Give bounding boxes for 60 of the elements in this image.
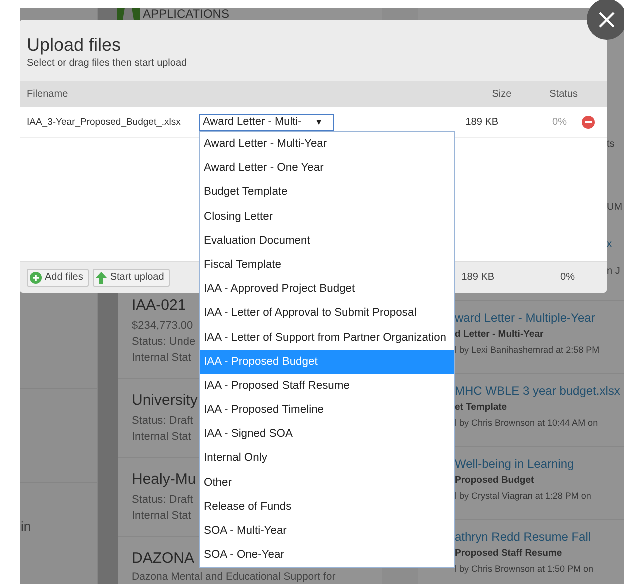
document-type: et Template <box>455 401 508 415</box>
plus-icon <box>30 272 42 284</box>
dropdown-option[interactable]: Award Letter - Multi-Year <box>200 132 454 156</box>
application-title: University <box>132 391 198 411</box>
dropdown-option[interactable]: Budget Template <box>200 180 454 205</box>
application-title: DAZONA <box>132 549 195 569</box>
partial-text: UM <box>607 201 623 215</box>
application-detail: Dazona Mental and Educational Support for <box>132 572 336 583</box>
application-detail: Internal Stat <box>132 509 192 524</box>
file-size: 189 KB <box>466 116 499 128</box>
file-name: IAA_3-Year_Proposed_Budget_.xlsx <box>27 116 182 128</box>
dropdown-option[interactable]: Internal Only <box>200 446 454 471</box>
column-header: Status <box>550 88 578 100</box>
upload-info: l by Crystal Viagran at 1:28 PM on <box>455 490 592 503</box>
column-header: Filename <box>27 88 68 100</box>
section-title: APPLICATIONS <box>143 8 230 20</box>
partial-text: n J <box>607 265 620 279</box>
type-select[interactable]: Award Letter - Multi- ▼ <box>199 114 334 130</box>
upload-info: l by Chris Brownson at 1:50 PM on <box>455 563 594 576</box>
document-type: Proposed Staff Resume <box>455 547 562 561</box>
remove-icon[interactable] <box>582 116 595 128</box>
dropdown-option[interactable]: IAA - Letter of Approval to Submit Proposal <box>200 301 454 326</box>
dropdown-option[interactable]: SOA - Multi-Year <box>200 519 454 544</box>
dropdown-option[interactable]: IAA - Letter of Support from Partner Organization <box>200 326 454 350</box>
dropdown-option[interactable]: SOA - One-Year <box>200 543 454 568</box>
file-status: 0% <box>552 116 567 128</box>
application-title: Healy-Mu <box>132 470 196 490</box>
column-header: Size <box>492 88 512 100</box>
application-detail: Status: Draft <box>132 414 194 429</box>
upload-info: l by Chris Brownson at 10:44 AM on <box>455 417 598 430</box>
side-panel-text: in <box>20 519 32 534</box>
application-detail: Internal Stat <box>132 430 192 445</box>
partial-text: ts <box>607 138 615 152</box>
upload-info: l by Lexi Banihashemrad at 2:58 PM <box>455 344 600 357</box>
dropdown-option[interactable]: Other <box>200 470 454 495</box>
close-icon <box>599 12 615 28</box>
dialog-subtitle: Select or drag files then start upload <box>27 58 188 69</box>
application-detail: Internal Stat <box>132 351 192 366</box>
application-title: IAA-021 <box>132 296 186 316</box>
dropdown-option[interactable]: IAA - Approved Project Budget <box>200 277 454 302</box>
dropdown-option[interactable]: IAA - Signed SOA <box>200 422 454 446</box>
up-arrow-icon <box>96 272 108 284</box>
document-type: d Letter - Multi-Year <box>455 328 544 342</box>
close-button[interactable] <box>587 0 624 40</box>
add-files-button[interactable]: Add files <box>27 268 90 286</box>
start-upload-button[interactable]: Start upload <box>93 268 170 286</box>
application-detail: $234,773.00 <box>132 319 194 334</box>
application-detail: Status: Unde <box>132 335 196 350</box>
dropdown-option[interactable]: Evaluation Document <box>200 228 454 253</box>
dropdown-option[interactable]: IAA - Proposed Staff Resume <box>200 374 454 398</box>
dropdown-option[interactable]: Release of Funds <box>200 494 454 519</box>
dropdown-option[interactable]: Award Letter - One Year <box>200 156 454 180</box>
dropdown-option[interactable]: IAA - Proposed Timeline <box>200 398 454 422</box>
total-status: 0% <box>560 272 575 283</box>
dropdown-option[interactable]: Fiscal Template <box>200 252 454 278</box>
dialog-title: Upload files <box>27 34 122 56</box>
application-detail: Status: Draft <box>132 493 194 508</box>
total-size: 189 KB <box>462 272 495 283</box>
document-type: Proposed Budget <box>455 474 534 488</box>
dropdown-option[interactable]: Closing Letter <box>200 204 454 229</box>
